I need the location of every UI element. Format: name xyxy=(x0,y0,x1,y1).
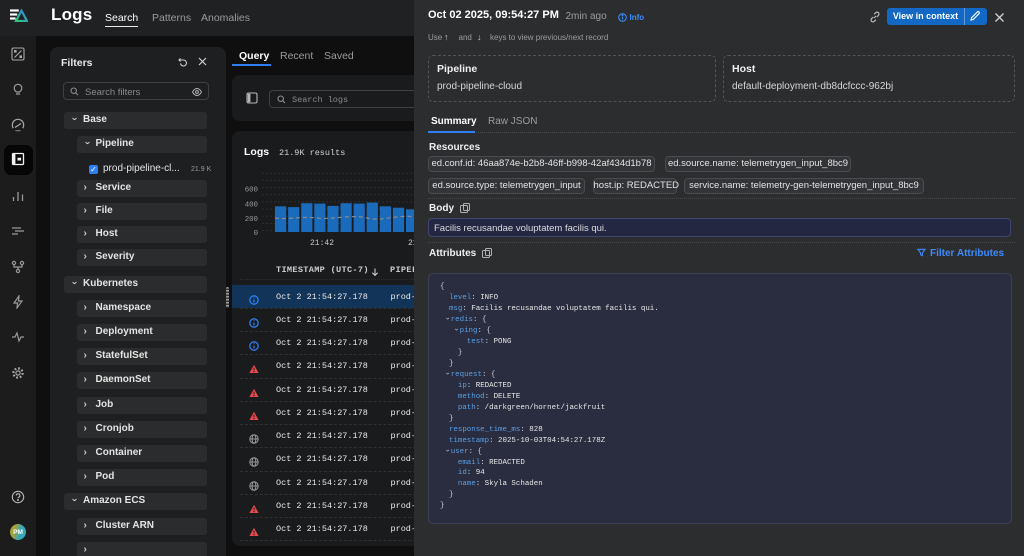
svg-text:200: 200 xyxy=(245,216,258,224)
svg-text:0: 0 xyxy=(254,230,258,238)
svg-text:21:42: 21:42 xyxy=(310,239,334,247)
svg-text:400: 400 xyxy=(245,201,258,209)
svg-text:600: 600 xyxy=(245,187,258,195)
